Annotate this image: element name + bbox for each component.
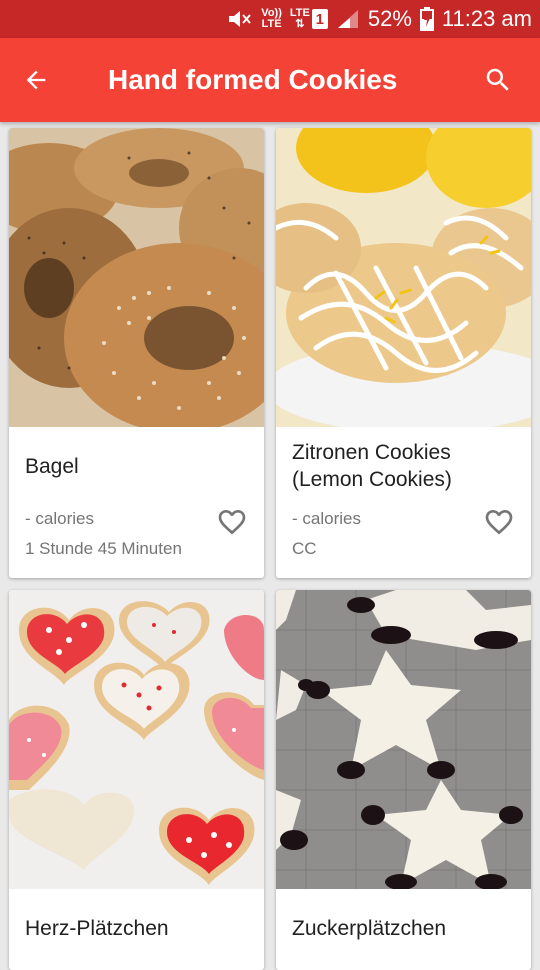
recipe-title: Zitronen Cookies (Lemon Cookies): [292, 441, 452, 491]
recipe-card[interactable]: Herz-Plätzchen: [9, 590, 264, 970]
recipe-card[interactable]: Zitronen Cookies (Lemon Cookies) - calor…: [276, 128, 531, 578]
recipe-card[interactable]: Bagel - calories 1 Stunde 45 Minuten: [9, 128, 264, 578]
lte-bottom-text: ⇅: [295, 18, 305, 30]
recipe-calories: - calories: [25, 509, 94, 528]
mute-icon: [229, 11, 252, 27]
recipe-image-lemon-cookies: [276, 128, 531, 427]
recipe-image-star-cookies: [276, 590, 531, 889]
favorite-heart-icon[interactable]: [482, 506, 516, 538]
page-title: Hand formed Cookies: [108, 64, 398, 95]
recipe-title: Zuckerplätzchen: [292, 917, 447, 940]
volte-indicator: Vo)) LTE: [261, 8, 282, 30]
recipe-calories: - calories: [292, 509, 361, 528]
arrow-back-icon: [26, 70, 46, 90]
recipe-title: Herz-Plätzchen: [25, 917, 169, 940]
recipe-image-heart-cookies: [9, 590, 264, 889]
recipe-image-bagel: [9, 128, 264, 427]
favorite-heart-icon[interactable]: [215, 506, 249, 538]
signal-icon: [337, 10, 358, 28]
recipe-author: CC: [292, 539, 317, 558]
recipe-duration: 1 Stunde 45 Minuten: [25, 539, 182, 558]
battery-charging-icon: [419, 7, 434, 31]
search-icon: [486, 68, 509, 91]
back-button[interactable]: [14, 58, 58, 102]
sim-slot-badge: 1: [311, 9, 328, 29]
recipe-card[interactable]: Zuckerplätzchen: [276, 590, 531, 970]
status-bar: Vo)) LTE LTE ⇅ 1 52% 11:23 am: [0, 0, 540, 38]
battery-percent: 52%: [367, 6, 412, 31]
app-bar: Hand formed Cookies: [0, 38, 540, 122]
clock: 11:23 am: [441, 6, 532, 31]
lte-indicator: LTE ⇅ 1: [290, 8, 328, 30]
recipe-title: Bagel: [25, 455, 79, 478]
status-icons: Vo)) LTE LTE ⇅ 1 52% 11:23 am: [227, 4, 532, 34]
volte-bottom-text: LTE: [261, 18, 282, 30]
search-button[interactable]: [476, 58, 520, 102]
